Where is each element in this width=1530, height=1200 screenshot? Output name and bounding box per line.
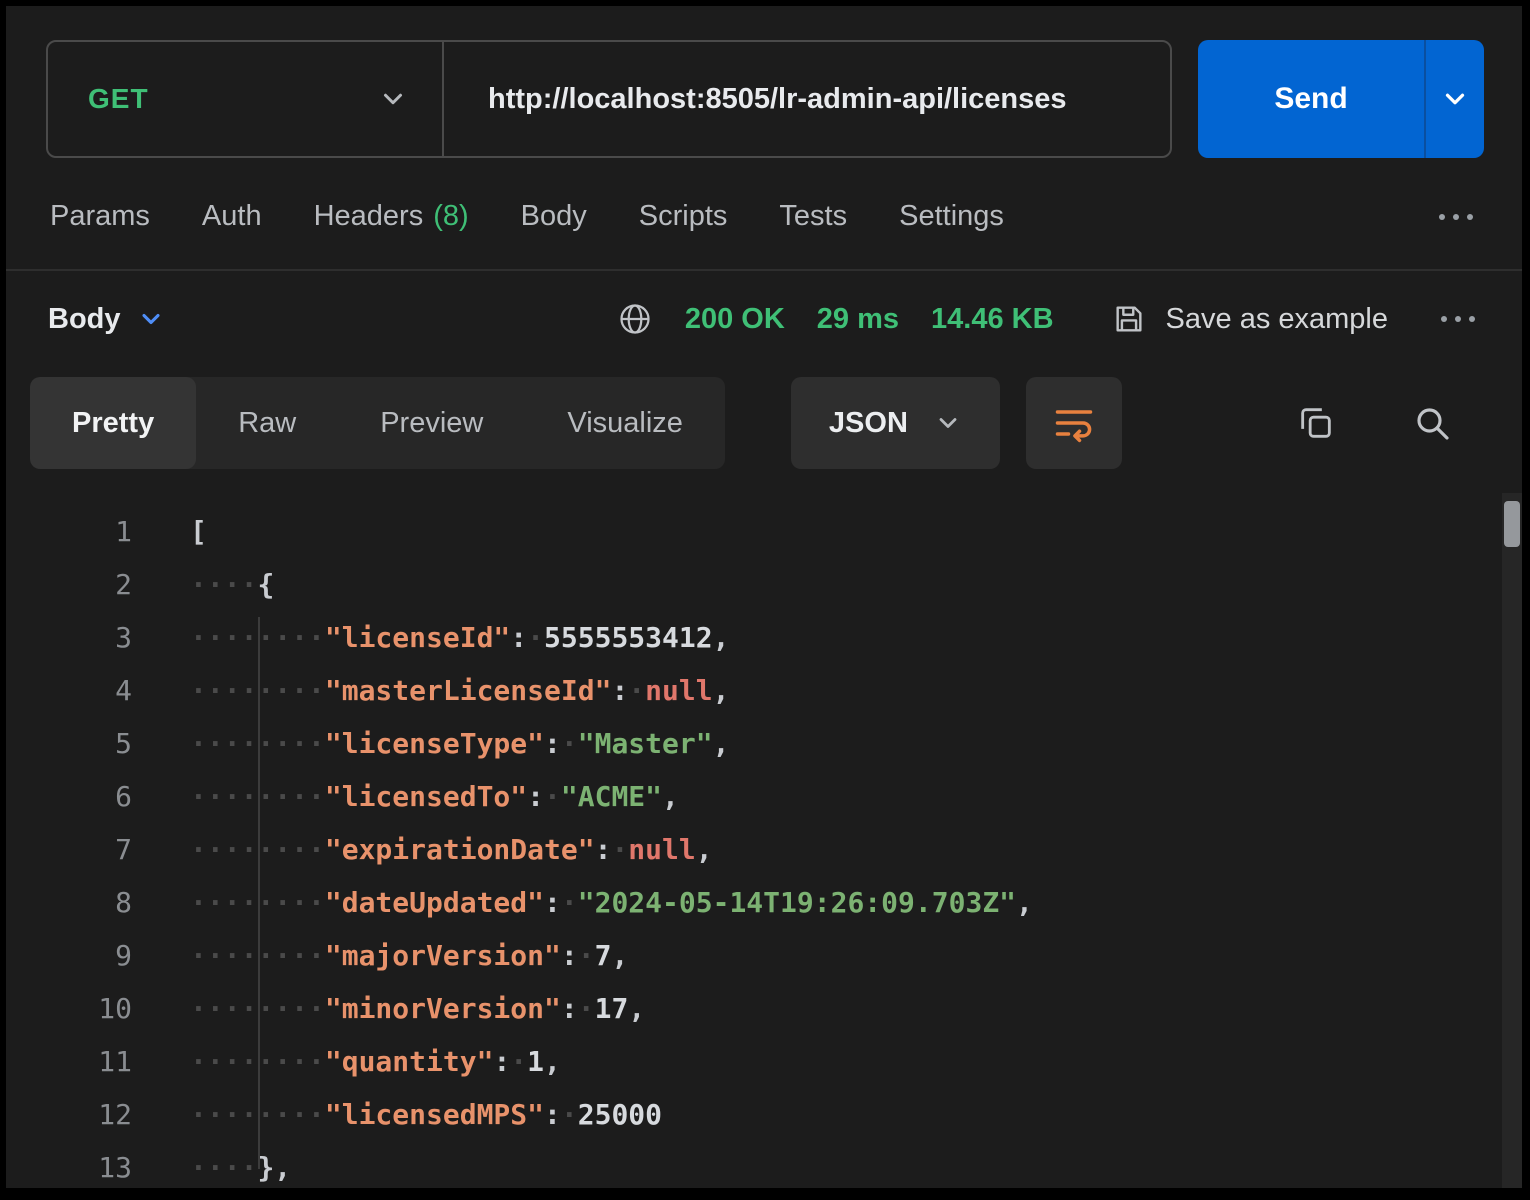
line-number: 10 [6,982,132,1035]
save-as-example-button[interactable]: Save as example [1112,302,1388,336]
line-number: 13 [6,1141,132,1188]
url-input[interactable]: http://localhost:8505/lr-admin-api/licen… [444,83,1067,116]
response-size: 14.46 KB [931,303,1054,336]
headers-count-badge: (8) [433,200,468,232]
code-line: 9········"majorVersion":·7, [6,929,1522,982]
text-wrap-icon [1052,401,1096,445]
chevron-down-icon [934,409,962,437]
response-view-row: Pretty Raw Preview Visualize JSON [30,377,1498,469]
send-button-group: Send [1198,40,1484,158]
scrollbar-thumb[interactable] [1504,501,1520,547]
chevron-down-icon [378,84,408,114]
response-pane-label: Body [48,303,121,336]
format-label: JSON [829,407,908,440]
format-dropdown[interactable]: JSON [791,377,1000,469]
response-time: 29 ms [817,303,899,336]
response-meta-row: Body 200 OK 29 ms 14.46 KB Save as examp… [6,271,1522,367]
response-more-options-icon[interactable] [1436,313,1480,325]
code-lines: 1[2····{3········"licenseId":·5555553412… [6,493,1522,1188]
line-number: 7 [6,823,132,876]
code-line: 4········"masterLicenseId":·null, [6,664,1522,717]
code-line: 10········"minorVersion":·17, [6,982,1522,1035]
code-line: 8········"dateUpdated":·"2024-05-14T19:2… [6,876,1522,929]
magnifier-icon [1412,403,1452,443]
status-badge: 200 OK [685,303,785,336]
line-number: 4 [6,664,132,717]
tab-auth[interactable]: Auth [202,200,262,233]
scrollbar-track[interactable] [1502,493,1522,1188]
send-button[interactable]: Send [1198,40,1424,158]
request-tabs: Params Auth Headers (8) Body Scripts Test… [50,200,1478,233]
line-number: 5 [6,717,132,770]
request-url-row: GET http://localhost:8505/lr-admin-api/l… [46,40,1484,158]
chevron-down-icon [137,305,165,333]
line-number: 2 [6,558,132,611]
line-number: 8 [6,876,132,929]
tab-body[interactable]: Body [521,200,587,233]
tab-scripts[interactable]: Scripts [639,200,728,233]
api-client-window: GET http://localhost:8505/lr-admin-api/l… [6,6,1522,1188]
line-number: 12 [6,1088,132,1141]
search-button[interactable] [1412,403,1452,443]
save-as-example-label: Save as example [1166,303,1388,336]
view-tab-pretty[interactable]: Pretty [30,377,196,469]
response-status-cluster: 200 OK 29 ms 14.46 KB Save as example [617,301,1480,337]
view-tab-visualize[interactable]: Visualize [525,377,725,469]
code-line: 7········"expirationDate":·null, [6,823,1522,876]
line-number: 3 [6,611,132,664]
tab-settings[interactable]: Settings [899,200,1004,233]
code-line: 12········"licensedMPS":·25000 [6,1088,1522,1141]
view-tab-preview[interactable]: Preview [338,377,525,469]
send-options-button[interactable] [1426,40,1484,158]
indent-guide [258,617,260,1169]
copy-icon [1296,403,1336,443]
code-line: 6········"licensedTo":·"ACME", [6,770,1522,823]
tab-tests[interactable]: Tests [779,200,847,233]
url-box: GET http://localhost:8505/lr-admin-api/l… [46,40,1172,158]
wrap-lines-toggle[interactable] [1026,377,1122,469]
more-options-icon[interactable] [1434,211,1478,223]
line-number: 9 [6,929,132,982]
code-line: 1[ [6,505,1522,558]
tab-headers[interactable]: Headers (8) [314,200,469,233]
code-line: 5········"licenseType":·"Master", [6,717,1522,770]
response-body-viewer: 1[2····{3········"licenseId":·5555553412… [6,493,1522,1188]
response-body-dropdown[interactable]: Body [48,303,165,336]
line-number: 11 [6,1035,132,1088]
code-line: 13····}, [6,1141,1522,1188]
chevron-down-icon [1440,84,1470,114]
code-line: 3········"licenseId":·5555553412, [6,611,1522,664]
code-line: 11········"quantity":·1, [6,1035,1522,1088]
method-selector[interactable]: GET [48,42,442,156]
copy-button[interactable] [1296,403,1336,443]
code-line: 2····{ [6,558,1522,611]
response-view-tabs: Pretty Raw Preview Visualize [30,377,725,469]
floppy-icon [1112,302,1146,336]
tab-params[interactable]: Params [50,200,150,233]
globe-icon[interactable] [617,301,653,337]
view-tab-raw[interactable]: Raw [196,377,338,469]
line-number: 6 [6,770,132,823]
line-number: 1 [6,505,132,558]
method-label: GET [88,83,149,115]
tab-headers-label: Headers [314,200,424,232]
